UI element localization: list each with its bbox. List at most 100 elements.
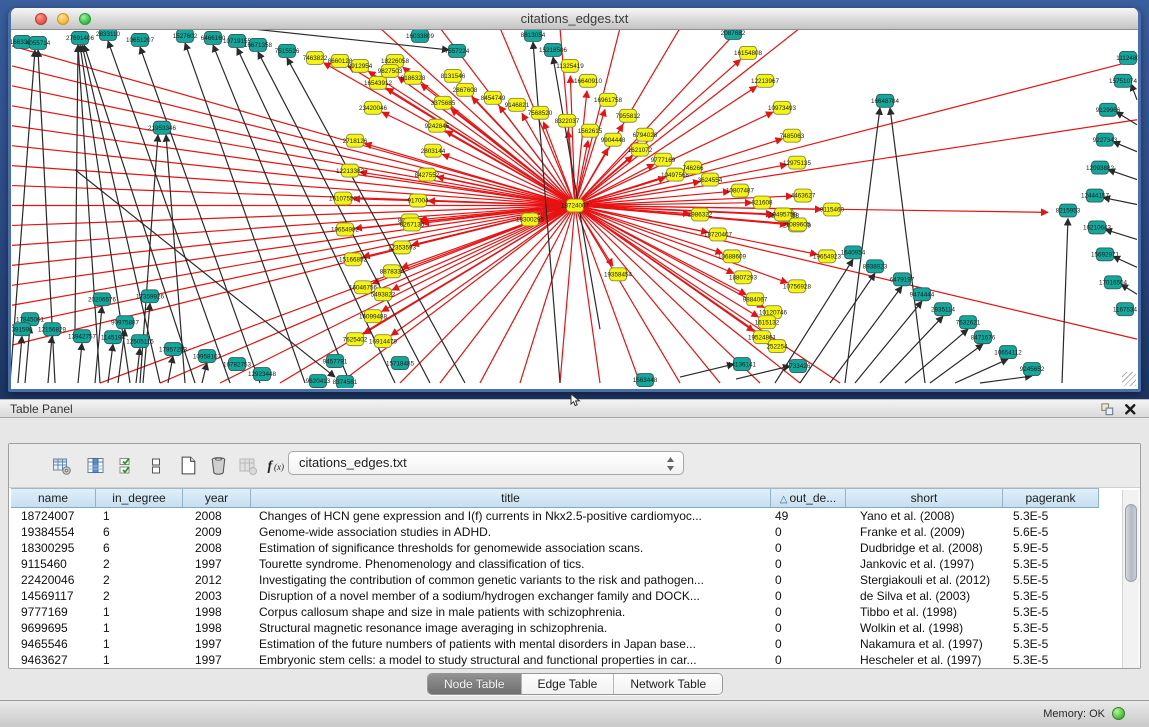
- graph-node[interactable]: 17359926: [136, 290, 164, 303]
- graph-node[interactable]: 15718485: [386, 357, 414, 370]
- graph-node[interactable]: 17016504: [1099, 276, 1127, 289]
- table-settings-button[interactable]: [49, 454, 75, 480]
- graph-node[interactable]: 391590: [12, 323, 33, 336]
- table-cell[interactable]: 5.6E-5: [1003, 524, 1099, 540]
- table-cell[interactable]: 6: [96, 540, 183, 556]
- graph-node[interactable]: 7557224: [445, 44, 470, 57]
- graph-node[interactable]: 2803144: [421, 144, 446, 157]
- table-cell[interactable]: 5.9E-5: [1003, 540, 1099, 556]
- float-panel-icon[interactable]: [1100, 402, 1115, 417]
- network-graph-canvas[interactable]: 1663304405571427691406283311010651207152…: [11, 30, 1138, 388]
- table-cell[interactable]: 2008: [183, 540, 251, 556]
- graph-node[interactable]: 9777169: [651, 153, 676, 166]
- tab-network-table[interactable]: Network Table: [614, 674, 722, 694]
- graph-node[interactable]: 8938923: [863, 260, 888, 273]
- network-graph[interactable]: 1663304405571427691406283311010651207152…: [11, 30, 1138, 388]
- graph-node[interactable]: 12156829: [38, 323, 66, 336]
- table-row[interactable]: 969969511998Structural magnetic resonanc…: [11, 620, 1099, 636]
- graph-node[interactable]: 821608: [752, 196, 773, 209]
- table-cell[interactable]: 1: [96, 636, 183, 652]
- table-cell[interactable]: 14569117: [11, 588, 96, 604]
- table-cell[interactable]: 2003: [183, 588, 251, 604]
- graph-node[interactable]: 10807487: [726, 184, 754, 197]
- graph-node[interactable]: 15692971: [1091, 248, 1119, 261]
- graph-node[interactable]: 15218506: [539, 43, 567, 56]
- graph-node[interactable]: 7515526: [275, 44, 300, 57]
- graph-node[interactable]: 90975887: [111, 316, 139, 329]
- table-cell[interactable]: 2008: [183, 508, 251, 524]
- window-resize-grip[interactable]: [1122, 372, 1136, 386]
- graph-node[interactable]: 27691406: [66, 31, 94, 44]
- rows-button[interactable]: [143, 454, 169, 480]
- graph-node[interactable]: 8374561: [333, 376, 358, 388]
- table-cell[interactable]: 18724007: [11, 508, 96, 524]
- graph-node[interactable]: 12975135: [783, 156, 811, 169]
- graph-node[interactable]: 16107552: [329, 192, 357, 205]
- table-row[interactable]: 977716911998Corpus callosum shape and si…: [11, 604, 1099, 620]
- table-cell[interactable]: Tibbo et al. (1998): [846, 604, 1003, 620]
- graph-node[interactable]: 8471676: [971, 331, 996, 344]
- column-header-name[interactable]: name: [11, 488, 96, 508]
- graph-node[interactable]: 8454749: [481, 91, 506, 104]
- table-cell[interactable]: 0: [771, 604, 846, 620]
- table-cell[interactable]: 0: [771, 524, 846, 540]
- graph-node[interactable]: 9620413: [306, 375, 331, 388]
- table-cell[interactable]: Structural magnetic resonance image aver…: [251, 620, 771, 636]
- table-cell[interactable]: 18300295: [11, 540, 96, 556]
- table-cell[interactable]: 1997: [183, 652, 251, 668]
- graph-node[interactable]: 16210643: [1083, 221, 1111, 234]
- graph-node[interactable]: 12444157: [1081, 189, 1109, 202]
- graph-node[interactable]: 2867608: [453, 83, 478, 96]
- table-cell[interactable]: 1997: [183, 636, 251, 652]
- table-cell[interactable]: 2012: [183, 572, 251, 588]
- graph-node[interactable]: 12213967: [751, 74, 779, 87]
- column-header-short[interactable]: short: [846, 488, 1003, 508]
- graph-node[interactable]: 9884067: [743, 293, 768, 306]
- column-header-title[interactable]: title: [251, 488, 771, 508]
- import-table-button[interactable]: [235, 454, 261, 480]
- table-cell[interactable]: Jankovic et al. (1997): [846, 556, 1003, 572]
- new-table-button[interactable]: [175, 454, 201, 480]
- table-row[interactable]: 1872400712008Changes of HCN gene express…: [11, 508, 1099, 524]
- table-cell[interactable]: 5.3E-5: [1003, 508, 1099, 524]
- table-row[interactable]: 1938455462009Genome-wide association stu…: [11, 524, 1099, 540]
- graph-node[interactable]: 15751074: [1109, 74, 1137, 87]
- graph-node[interactable]: 746266: [683, 161, 704, 174]
- table-cell[interactable]: Investigating the contribution of common…: [251, 572, 771, 588]
- table-cell[interactable]: Wolkin et al. (1998): [846, 620, 1003, 636]
- table-row[interactable]: 1830029562008Estimation of significance …: [11, 540, 1099, 556]
- table-cell[interactable]: 5.3E-5: [1003, 556, 1099, 572]
- graph-node[interactable]: 8813054: [521, 30, 546, 41]
- table-cell[interactable]: 0: [771, 540, 846, 556]
- graph-node[interactable]: 2833110: [96, 30, 121, 40]
- table-cell[interactable]: 0: [771, 620, 846, 636]
- graph-node[interactable]: 1167534: [1113, 303, 1138, 316]
- delete-table-button[interactable]: [205, 454, 231, 480]
- table-row[interactable]: 2242004622012Investigating the contribut…: [11, 572, 1099, 588]
- graph-node[interactable]: 9146821: [505, 98, 530, 111]
- graph-node[interactable]: 10958107: [193, 350, 221, 363]
- tab-node-table[interactable]: Node Table: [428, 674, 522, 694]
- graph-node[interactable]: 7485063: [780, 129, 805, 142]
- graph-node[interactable]: 10654112: [994, 346, 1022, 359]
- table-cell[interactable]: 0: [771, 652, 846, 668]
- table-cell[interactable]: 1: [96, 508, 183, 524]
- vertical-scrollbar[interactable]: [1122, 490, 1139, 668]
- table-cell[interactable]: Genome-wide association studies in ADHD.: [251, 524, 771, 540]
- graph-node[interactable]: 2935114: [931, 303, 956, 316]
- table-cell[interactable]: 0: [771, 572, 846, 588]
- table-cell[interactable]: 1: [96, 604, 183, 620]
- table-cell[interactable]: Yano et al. (2008): [846, 508, 1003, 524]
- graph-node[interactable]: 8322037: [555, 114, 580, 127]
- graph-node[interactable]: 917004: [408, 194, 429, 207]
- close-panel-icon[interactable]: [1123, 402, 1138, 417]
- graph-node[interactable]: 10688609: [718, 250, 746, 263]
- table-cell[interactable]: Changes of HCN gene expression and I(f) …: [251, 508, 771, 524]
- table-cell[interactable]: 5.3E-5: [1003, 652, 1099, 668]
- graph-node[interactable]: 16648784: [871, 94, 899, 107]
- table-cell[interactable]: 5.3E-5: [1003, 636, 1099, 652]
- graph-node[interactable]: 12923448: [248, 368, 276, 381]
- table-cell[interactable]: 1: [96, 620, 183, 636]
- table-cell[interactable]: 5.3E-5: [1003, 604, 1099, 620]
- graph-node[interactable]: 16640910: [574, 74, 602, 87]
